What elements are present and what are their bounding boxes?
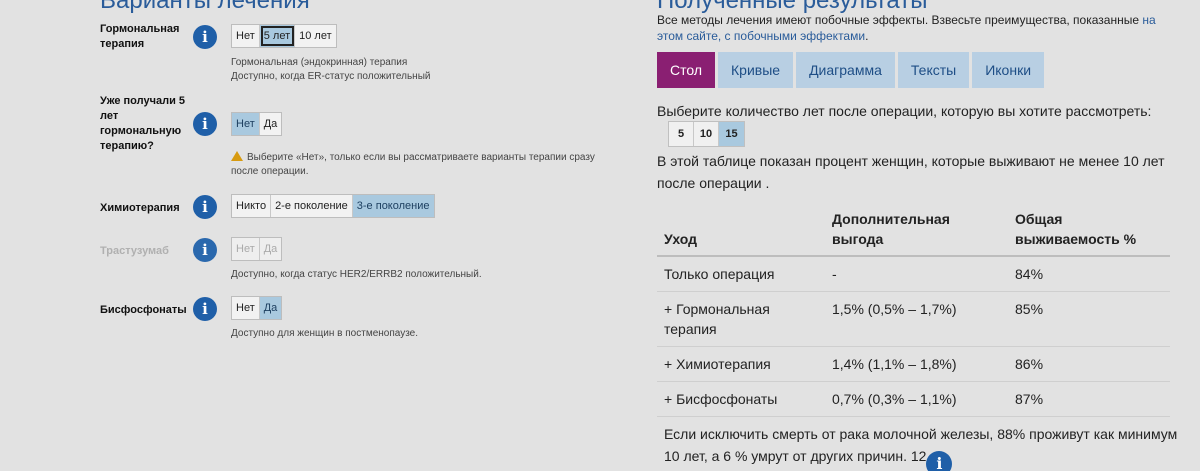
info-icon[interactable]: i xyxy=(193,238,217,262)
trastuzumab-label: Трастузумаб xyxy=(100,245,169,257)
tab-curves[interactable]: Кривые xyxy=(718,52,794,88)
results-tabs: Стол Кривые Диаграмма Тексты Иконки xyxy=(657,52,1045,88)
trastuzumab-help: Доступно, когда статус HER2/ERRB2 положи… xyxy=(231,269,482,280)
header-survival: Общая выживаемость % xyxy=(1008,199,1170,257)
intro-text: Все методы лечения имеют побочные эффект… xyxy=(657,13,1156,43)
table-row: + Бисфосфонаты 0,7% (0,3% – 1,1%) 87% xyxy=(657,381,1170,417)
tab-chart[interactable]: Диаграмма xyxy=(796,52,895,88)
prior-hormone-therapy-help: Выберите «Нет», только если вы рассматри… xyxy=(231,151,595,179)
hormone-therapy-help-line1: Гормональная (эндокринная) терапия xyxy=(231,57,408,68)
info-icon[interactable]: i xyxy=(193,297,217,321)
info-icon[interactable]: i xyxy=(193,112,217,136)
prior-hormone-therapy-no-button[interactable]: Нет xyxy=(232,113,260,135)
hormone-therapy-none-button[interactable]: Нет xyxy=(232,25,260,47)
prior-hormone-therapy-help-line1: Выберите «Нет», только если вы рассматри… xyxy=(247,152,595,163)
table-row: Только операция - 84% xyxy=(657,256,1170,292)
table-description: В этой таблице показан процент женщин, к… xyxy=(657,153,1165,191)
bisphosphonates-no-button[interactable]: Нет xyxy=(232,297,260,319)
info-icon[interactable]: i xyxy=(926,451,953,471)
info-icon[interactable]: i xyxy=(193,25,217,49)
treatment-options-heading: Варианты лечения xyxy=(100,0,310,14)
table-header-row: Уход Дополнительная выгода Общая выживае… xyxy=(657,199,1170,257)
chemotherapy-2nd-gen-button[interactable]: 2-е поколение xyxy=(271,195,353,217)
treatment-options-panel: Варианты лечения Гормональная терапия i … xyxy=(0,0,630,471)
bisphosphonates-options: Нет Да xyxy=(231,296,283,320)
footer-note: Если исключить смерть от рака молочной ж… xyxy=(664,423,1184,471)
years-5-button[interactable]: 5 xyxy=(669,122,694,146)
bisphosphonates-help: Доступно для женщин в постменопаузе. xyxy=(231,328,419,339)
chemotherapy-3rd-gen-button[interactable]: 3-е поколение xyxy=(352,195,434,217)
hormone-therapy-5-years-button[interactable]: 5 лет xyxy=(259,25,296,47)
table-row: + Гормональная терапия 1,5% (0,5% – 1,7%… xyxy=(657,291,1170,347)
trastuzumab-no-button: Нет xyxy=(232,238,260,260)
results-table: Уход Дополнительная выгода Общая выживае… xyxy=(657,199,1170,417)
prior-hormone-therapy-help-line2: после операции. xyxy=(231,166,309,177)
chemotherapy-label: Химиотерапия xyxy=(100,202,180,214)
hormone-therapy-label: Гормональная терапия xyxy=(100,23,180,50)
tab-table[interactable]: Стол xyxy=(657,52,716,88)
chemotherapy-options: Никто 2-е поколение 3-е поколение xyxy=(231,194,435,218)
tab-icons[interactable]: Иконки xyxy=(972,52,1045,88)
hormone-therapy-options: Нет 5 лет 10 лет xyxy=(231,24,337,48)
table-row: + Химиотерапия 1,4% (1,1% – 1,8%) 86% xyxy=(657,346,1170,382)
bisphosphonates-yes-button[interactable]: Да xyxy=(259,297,282,319)
footer-number: 12 xyxy=(910,448,927,464)
hormone-therapy-help-line2: Доступно, когда ER-статус положительный xyxy=(231,71,431,82)
tab-texts[interactable]: Тексты xyxy=(897,52,970,88)
info-icon[interactable]: i xyxy=(193,195,217,219)
hormone-therapy-help: Гормональная (эндокринная) терапия Досту… xyxy=(231,56,430,84)
years-10-button[interactable]: 10 xyxy=(694,122,719,146)
prior-hormone-therapy-label: Уже получали 5 лет гормональную терапию? xyxy=(100,95,186,152)
prior-hormone-therapy-yes-button[interactable]: Да xyxy=(259,113,282,135)
years-selector: 5 10 15 xyxy=(668,121,745,147)
header-benefit: Дополнительная выгода xyxy=(825,199,1008,257)
chemotherapy-none-button[interactable]: Никто xyxy=(232,195,272,217)
trastuzumab-yes-button: Да xyxy=(259,238,282,260)
hormone-therapy-10-years-button[interactable]: 10 лет xyxy=(295,25,336,47)
warning-icon xyxy=(231,151,243,161)
bisphosphonates-label: Бисфосфонаты xyxy=(100,304,187,316)
header-treatment: Уход xyxy=(657,199,825,257)
trastuzumab-options: Нет Да xyxy=(231,237,283,261)
prior-hormone-therapy-options: Нет Да xyxy=(231,112,283,136)
years-prompt: Выберите количество лет после операции, … xyxy=(657,103,1152,119)
years-15-button[interactable]: 15 xyxy=(719,122,744,146)
